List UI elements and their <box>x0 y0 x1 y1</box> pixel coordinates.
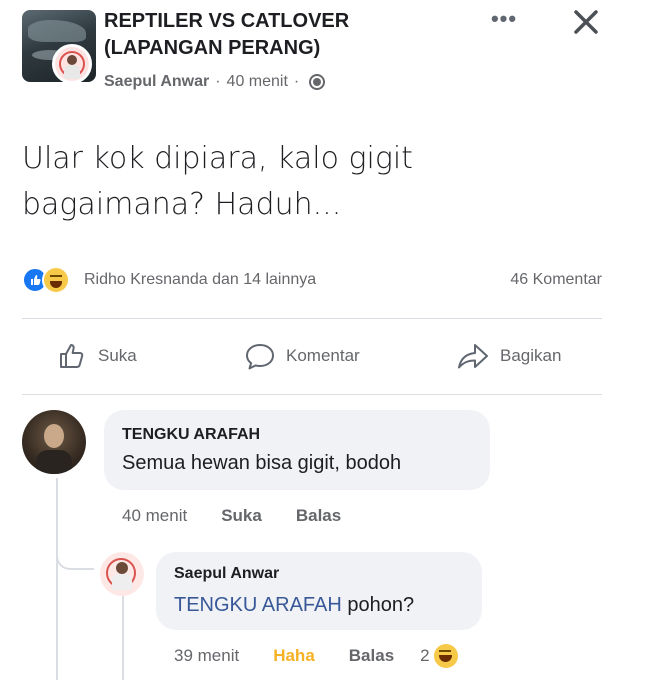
thread-connector <box>56 540 94 570</box>
reply-author-name[interactable]: Saepul Anwar <box>174 565 279 583</box>
haha-icon <box>433 644 458 668</box>
post-text: Ular kok dipiara, kalo gigit bagaimana? … <box>22 141 413 222</box>
thread-line <box>56 478 58 680</box>
globe-icon <box>309 74 326 90</box>
group-name[interactable]: REPTILER VS CATLOVER (LAPANGAN PERANG) <box>104 8 424 62</box>
like-label: Suka <box>98 346 137 365</box>
comment-text: Semua hewan bisa gigit, bodoh <box>122 452 402 474</box>
reply-avatar[interactable] <box>100 552 144 596</box>
thumbs-up-icon <box>60 344 84 368</box>
reply-reply-button[interactable]: Balas <box>349 646 394 666</box>
reactions-summary[interactable]: Ridho Kresnanda dan 14 lainnya <box>84 271 316 289</box>
comment-bubble <box>104 410 490 490</box>
reactions-bar[interactable]: Ridho Kresnanda dan 14 lainnya 46 Koment… <box>22 264 602 296</box>
comment-actions: 40 menit Suka Balas <box>122 506 341 526</box>
reaction-icons[interactable] <box>22 266 82 294</box>
separator-dot: · <box>293 73 300 90</box>
like-button[interactable]: Suka <box>58 338 137 374</box>
post-header: REPTILER VS CATLOVER (LAPANGAN PERANG) S… <box>0 0 647 100</box>
reply-haha-button[interactable]: Haha <box>273 646 315 666</box>
reaction-count[interactable]: 2 <box>420 646 429 666</box>
author-avatar[interactable] <box>52 44 92 84</box>
close-icon[interactable] <box>568 4 604 40</box>
divider <box>22 318 602 319</box>
reply-time[interactable]: 39 menit <box>174 646 239 666</box>
haha-icon <box>42 266 70 294</box>
comment-button[interactable]: Komentar <box>244 338 360 374</box>
reply-mention-link[interactable]: TENGKU ARAFAH <box>174 594 342 616</box>
comment-count[interactable]: 46 Komentar <box>510 271 602 289</box>
separator-dot: · <box>215 73 221 90</box>
share-label: Bagikan <box>500 346 562 365</box>
comment-reply-button[interactable]: Balas <box>296 506 341 526</box>
commenter-name[interactable]: TENGKU ARAFAH <box>122 426 260 444</box>
reply-text: TENGKU ARAFAH pohon? <box>174 594 414 617</box>
reply-bubble <box>156 552 482 630</box>
author-name[interactable]: Saepul Anwar <box>104 73 209 91</box>
comment-time[interactable]: 40 menit <box>122 506 187 526</box>
thread-line <box>122 592 124 680</box>
comment-label: Komentar <box>286 346 360 365</box>
more-icon[interactable]: ••• <box>486 8 522 32</box>
comment-icon <box>246 344 274 370</box>
share-button[interactable]: Bagikan <box>456 338 561 374</box>
post-meta: Saepul Anwar · 40 menit · <box>104 73 326 91</box>
commenter-avatar[interactable] <box>22 410 86 474</box>
reply-actions: 39 menit Haha Balas 2 <box>174 644 458 668</box>
comment-like-button[interactable]: Suka <box>221 506 262 526</box>
divider <box>22 394 602 395</box>
reply-body: pohon? <box>347 594 415 616</box>
post-time[interactable]: 40 menit <box>227 73 288 91</box>
share-icon <box>458 344 488 369</box>
